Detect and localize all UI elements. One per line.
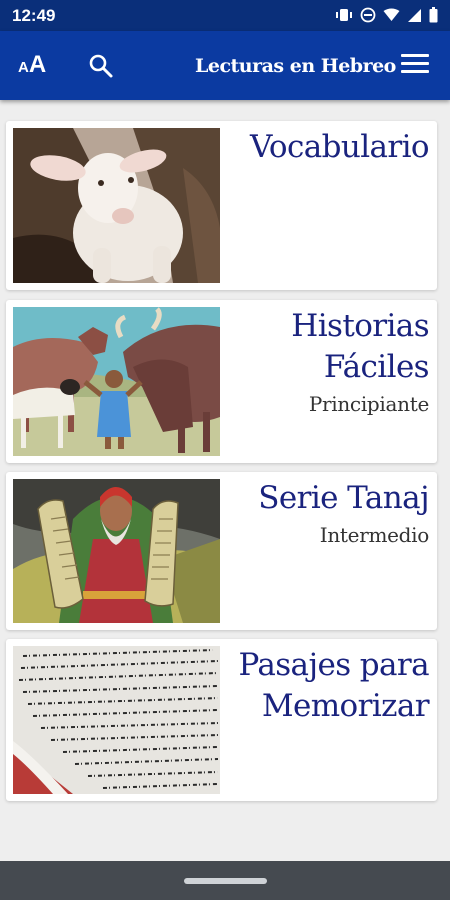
card-title: Serie Tanaj [258,480,429,516]
card-text: Historias Fáciles Principiante [291,306,429,418]
card-title-line-1: Pasajes para [238,647,430,683]
card-title-line-1: Historias [291,308,429,344]
wifi-icon [383,8,400,27]
status-bar: 12:49 [0,0,450,31]
card-title-line-2: Memorizar [261,688,430,724]
home-gesture-handle[interactable] [184,878,267,884]
card-subtitle: Intermedio [319,523,430,547]
vibrate-icon [335,8,353,27]
signal-icon [407,8,422,28]
card-text: Vocabulario [249,127,430,168]
card-vocabulario[interactable]: Vocabulario [6,121,437,290]
menu-icon[interactable] [401,54,429,76]
card-text: Pasajes para Memorizar [239,645,430,727]
status-icons [335,7,438,28]
hebrew-scroll-photo [13,646,220,794]
app-title: Lecturas en Hebreo [195,55,396,77]
system-navigation-bar [0,861,450,900]
card-text: Serie Tanaj Intermedio [258,478,429,549]
lamb-photo [13,128,220,283]
card-subtitle: Principiante [308,392,429,416]
card-historias-faciles[interactable]: Historias Fáciles Principiante [6,300,437,463]
moses-tablets-illustration [13,479,220,623]
card-title: Vocabulario [249,129,430,165]
battery-icon [429,7,438,28]
card-serie-tanaj[interactable]: Serie Tanaj Intermedio [6,472,437,630]
search-icon[interactable] [88,53,114,79]
card-title-line-2: Fáciles [323,349,430,385]
app-bar: AA Lecturas en Hebreo [0,31,450,100]
card-pasajes-para-memorizar[interactable]: Pasajes para Memorizar [6,639,437,801]
font-size-big-label: A [28,51,47,78]
do-not-disturb-icon [360,7,376,28]
status-time: 12:49 [12,6,56,25]
font-size-small-label: A [18,59,29,76]
animals-boy-illustration [13,307,220,456]
font-size-button[interactable]: AA [18,51,46,79]
